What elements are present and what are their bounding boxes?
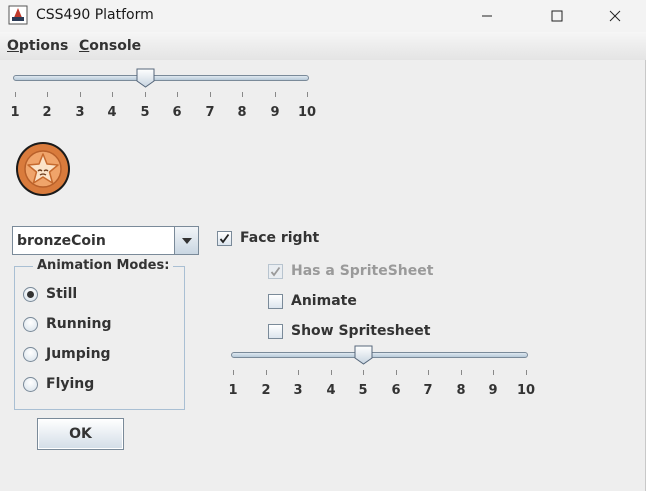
slider-tick xyxy=(331,370,332,375)
slider-tick-label: 8 xyxy=(237,105,247,120)
slider-tick-label: 9 xyxy=(488,383,498,398)
java-cup-icon xyxy=(8,5,28,25)
sprite-select-value: bronzeCoin xyxy=(17,233,106,249)
slider-tick-label: 1 xyxy=(10,105,20,120)
slider-track[interactable] xyxy=(231,352,528,358)
slider-tick xyxy=(145,92,146,97)
animate-label: Animate xyxy=(291,293,357,309)
slider-tick-label: 1 xyxy=(228,383,238,398)
slider-tick xyxy=(177,92,178,97)
face-right-checkbox[interactable]: Face right xyxy=(217,228,319,248)
menu-bar: Options Console xyxy=(0,32,646,60)
show-spritesheet-label: Show Spritesheet xyxy=(291,323,431,339)
slider-tick xyxy=(80,92,81,97)
close-icon xyxy=(609,10,621,22)
minimize-icon xyxy=(482,15,492,17)
slider-tick-label: 2 xyxy=(261,383,271,398)
dropdown-arrow-button[interactable] xyxy=(174,227,198,254)
menu-options-mnemonic: O xyxy=(7,38,19,54)
minimize-button[interactable] xyxy=(464,0,510,32)
menu-options-label: ptions xyxy=(18,38,69,54)
radio-selected-dot xyxy=(27,290,34,298)
slider-tick xyxy=(526,370,527,375)
radio-button[interactable] xyxy=(23,286,38,302)
slider-track[interactable] xyxy=(13,75,309,81)
slider-tick-label: 5 xyxy=(140,105,150,120)
slider-tick xyxy=(396,370,397,375)
window-title: CSS490 Platform xyxy=(36,7,154,23)
checkmark-icon xyxy=(219,233,230,243)
slider-tick-label: 6 xyxy=(172,105,182,120)
slider-tick xyxy=(363,370,364,375)
slider-tick xyxy=(275,92,276,97)
slider-tick xyxy=(242,92,243,97)
slider-thumb[interactable] xyxy=(136,68,155,92)
slider-tick xyxy=(307,92,308,97)
slider-tick xyxy=(493,370,494,375)
slider-tick xyxy=(112,92,113,97)
slider-tick xyxy=(47,92,48,97)
frame-rate-slider[interactable]: 1 2 3 4 5 6 7 8 9 10 xyxy=(0,340,646,410)
slider-tick-label: 3 xyxy=(75,105,85,120)
checkbox-box[interactable] xyxy=(268,263,283,279)
slider-tick-label: 4 xyxy=(326,383,336,398)
slider-tick-label: 6 xyxy=(391,383,401,398)
has-spritesheet-checkbox[interactable]: Has a SpriteSheet xyxy=(268,261,433,281)
slider-tick-label: 10 xyxy=(297,105,317,120)
application-window: CSS490 Platform Options Console 1 2 3 4 5 6 7 8… xyxy=(0,0,646,491)
close-button[interactable] xyxy=(592,0,638,32)
slider-tick xyxy=(266,370,267,375)
ok-button[interactable]: OK xyxy=(37,418,124,450)
radio-still-label: Still xyxy=(46,286,78,302)
slider-tick-label: 10 xyxy=(516,383,536,398)
slider-thumb[interactable] xyxy=(354,345,373,369)
chevron-down-icon xyxy=(181,237,192,244)
radio-still[interactable]: Still xyxy=(23,284,77,304)
menu-console-label: onsole xyxy=(89,38,142,54)
sprite-select[interactable]: bronzeCoin xyxy=(12,226,199,255)
checkbox-box[interactable] xyxy=(217,230,232,246)
slider-tick-label: 2 xyxy=(42,105,52,120)
slider-tick xyxy=(461,370,462,375)
show-spritesheet-checkbox[interactable]: Show Spritesheet xyxy=(268,321,430,341)
slider-tick xyxy=(210,92,211,97)
slider-tick xyxy=(233,370,234,375)
slider-tick-label: 9 xyxy=(270,105,280,120)
checkbox-box[interactable] xyxy=(268,323,283,339)
maximize-button[interactable] xyxy=(534,0,580,32)
menu-options[interactable]: Options xyxy=(7,38,68,54)
slider-tick-label: 4 xyxy=(107,105,117,120)
radio-running-label: Running xyxy=(46,316,112,332)
slider-tick xyxy=(428,370,429,375)
radio-button[interactable] xyxy=(23,316,38,332)
speed-slider[interactable]: 1 2 3 4 5 6 7 8 9 10 xyxy=(0,60,646,130)
animation-modes-title: Animation Modes: xyxy=(33,258,174,273)
slider-tick xyxy=(15,92,16,97)
slider-tick-label: 8 xyxy=(456,383,466,398)
checkmark-icon xyxy=(270,266,281,276)
has-spritesheet-label: Has a SpriteSheet xyxy=(291,263,434,279)
maximize-icon xyxy=(551,10,563,22)
slider-tick-label: 5 xyxy=(358,383,368,398)
slider-tick-label: 7 xyxy=(423,383,433,398)
slider-tick-label: 3 xyxy=(293,383,303,398)
slider-tick xyxy=(298,370,299,375)
checkbox-box[interactable] xyxy=(268,293,283,309)
menu-console-mnemonic: C xyxy=(79,38,90,54)
title-bar[interactable]: CSS490 Platform xyxy=(0,0,646,32)
slider-tick-label: 7 xyxy=(205,105,215,120)
animate-checkbox[interactable]: Animate xyxy=(268,291,357,311)
bronze-coin-star-icon xyxy=(14,140,72,198)
menu-console[interactable]: Console xyxy=(79,38,141,54)
face-right-label: Face right xyxy=(240,230,320,246)
radio-running[interactable]: Running xyxy=(23,314,111,334)
